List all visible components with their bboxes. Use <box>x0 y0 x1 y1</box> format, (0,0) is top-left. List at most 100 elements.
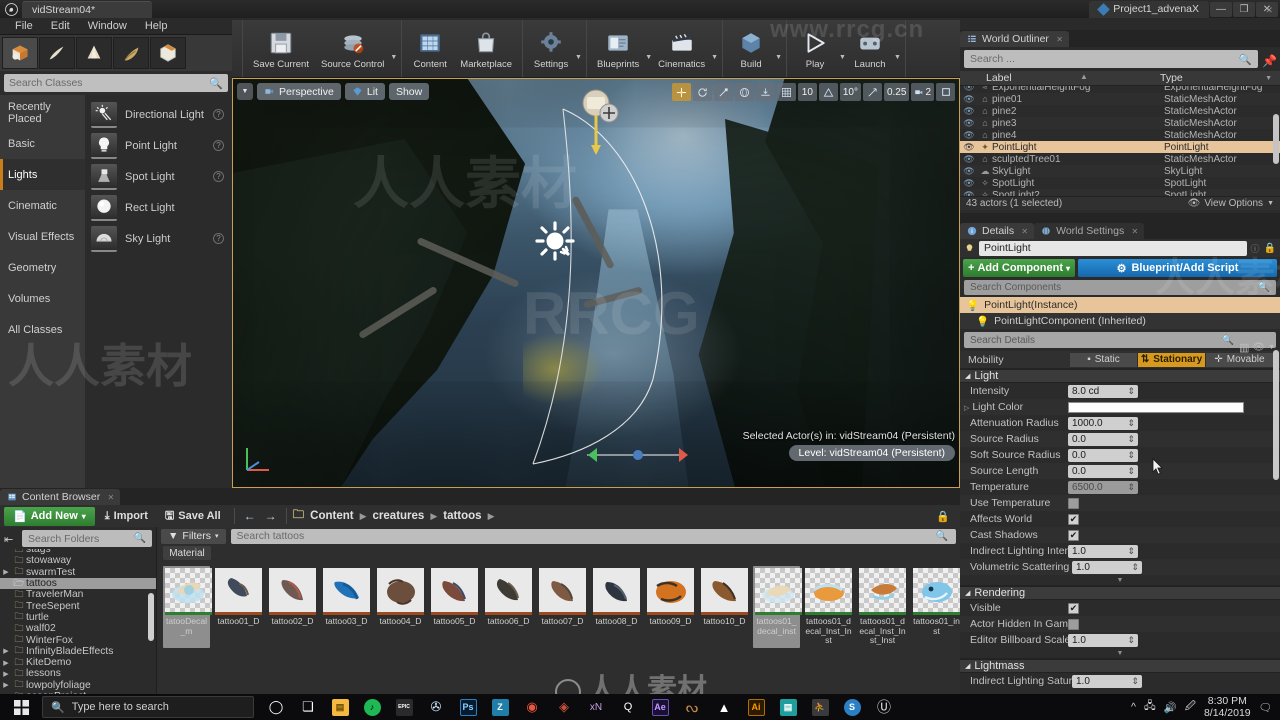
temperature-input[interactable]: 6500.0 ⇕ <box>1068 480 1138 494</box>
chevron-down-icon[interactable]: ▼ <box>645 20 652 77</box>
table-row[interactable]: 👁 ⌂ pine4 StaticMeshActor <box>960 129 1280 141</box>
breadcrumb-creatures[interactable]: creatures <box>373 510 425 522</box>
table-row[interactable]: 👁 ☁ SkyLight SkyLight <box>960 165 1280 177</box>
search-details-input[interactable]: Search Details 🔍 <box>964 332 1276 348</box>
notification-icon[interactable]: 🗨 <box>1259 701 1272 714</box>
blueprint-add-script-button[interactable]: ⚙ Blueprint/Add Script <box>1078 259 1277 277</box>
viewport-bottom-gizmo[interactable] <box>583 444 693 469</box>
asset-tile[interactable]: tattoo01_D <box>215 568 262 646</box>
table-row[interactable]: 👁 ✧ SpotLight SpotLight <box>960 177 1280 189</box>
grid-size-value[interactable]: 10 <box>797 83 817 101</box>
asset-tile[interactable]: tattoo09_D <box>647 568 694 646</box>
settings-button[interactable]: Settings <box>527 20 575 77</box>
asset-tile[interactable]: tattoo05_D <box>431 568 478 646</box>
eye-icon[interactable]: 👁 <box>960 130 978 141</box>
eye-icon[interactable]: 👁 <box>960 154 978 165</box>
minimize-button[interactable]: — <box>1210 1 1232 17</box>
column-type[interactable]: Type <box>1160 72 1183 84</box>
column-settings-icon[interactable]: ▥ <box>1239 341 1249 354</box>
menu-window[interactable]: Window <box>79 19 136 33</box>
marmoset-icon[interactable]: ▤ <box>774 694 802 720</box>
mixamo-icon[interactable]: ⛹ <box>806 694 834 720</box>
spotify-icon[interactable]: ♪ <box>358 694 386 720</box>
section-light-expand[interactable]: ▼ <box>960 575 1280 586</box>
table-row[interactable]: 👁 ⌂ sculptedTree01 StaticMeshActor <box>960 153 1280 165</box>
filters-button[interactable]: ▼ Filters ▾ <box>161 528 226 544</box>
maya-icon[interactable]: ᔓ <box>678 694 706 720</box>
asset-tile[interactable]: tattoo04_D <box>377 568 424 646</box>
editor-billboard-scale-input[interactable]: 1.0 ⇕ <box>1068 633 1138 647</box>
breadcrumb-content[interactable]: Content <box>310 510 353 522</box>
table-row-selected[interactable]: 👁 ✦ PointLight PointLight <box>960 141 1280 153</box>
category-recently-placed[interactable]: Recently Placed <box>0 97 85 128</box>
close-icon[interactable]: ✕ <box>1132 227 1139 236</box>
rotation-snap-icon[interactable] <box>818 83 838 101</box>
expand-icon[interactable]: ▶ <box>0 659 12 667</box>
outliner-view-options[interactable]: 👁 View Options ▼ <box>1188 198 1274 209</box>
expand-icon[interactable]: ▶ <box>0 681 12 689</box>
scale-snap-value[interactable]: 0.25 <box>883 83 910 101</box>
eye-icon[interactable]: 👁 <box>960 86 978 93</box>
spinner-icon[interactable]: ⇕ <box>1127 546 1135 557</box>
asset-tile[interactable]: tatooDecal_m <box>163 566 212 648</box>
level-viewport[interactable]: 人人素材 RRCG ▼ Perspective Lit Show <box>232 78 960 488</box>
import-button[interactable]: ⤓ Import <box>98 507 155 526</box>
spinner-icon[interactable]: ⇕ <box>1127 466 1135 477</box>
actor-directional-light[interactable]: Directional Light ? <box>85 99 232 130</box>
table-row[interactable]: 👁 ⌂ pine01 StaticMeshActor <box>960 93 1280 105</box>
spinner-icon[interactable]: ⇕ <box>1127 386 1135 397</box>
spinner-icon[interactable]: ⇕ <box>1127 482 1135 493</box>
close-icon[interactable]: ✕ <box>1265 5 1273 16</box>
eye-icon[interactable]: 👁 <box>960 190 978 197</box>
file-explorer-icon[interactable]: ▤ <box>326 694 354 720</box>
asset-tile[interactable]: tattoos01_decal_Inst_Inst <box>805 568 852 646</box>
use-temperature-checkbox[interactable] <box>1068 497 1079 509</box>
add-new-button[interactable]: 📄 Add New ▾ <box>4 506 95 526</box>
details-scrollbar[interactable] <box>1273 350 1279 480</box>
actor-name-input[interactable]: PointLight <box>979 240 1247 256</box>
cube-icon[interactable] <box>2 37 38 69</box>
table-row[interactable]: 👁 ⌂ pine2 StaticMeshActor <box>960 105 1280 117</box>
asset-search-input[interactable]: Search tattoos 🔍 <box>230 528 956 544</box>
xnormal-icon[interactable]: xN <box>582 694 610 720</box>
quixel-icon[interactable]: Q <box>614 694 642 720</box>
menu-help[interactable]: Help <box>136 19 177 33</box>
play-button[interactable]: Play <box>791 20 839 77</box>
actor-rect-light[interactable]: Rect Light <box>85 192 232 223</box>
component-pointlightcomponent[interactable]: 💡 PointLightComponent (Inherited) <box>960 313 1280 329</box>
save-all-button[interactable]: 🖫 Save All <box>158 507 228 526</box>
menu-edit[interactable]: Edit <box>42 19 79 33</box>
viewport-perspective-button[interactable]: Perspective <box>257 83 341 100</box>
outliner-search-input[interactable]: Search ... 🔍 <box>964 50 1258 68</box>
geometry-icon[interactable] <box>150 37 186 69</box>
chrome-icon[interactable]: ◉ <box>518 694 546 720</box>
asset-tile[interactable]: tattoo02_D <box>269 568 316 646</box>
spinner-icon[interactable]: ⇕ <box>1127 450 1135 461</box>
spinner-icon[interactable]: ⇕ <box>1131 676 1139 687</box>
table-row[interactable]: 👁 ≈ ExponentialHeightFog ExponentialHeig… <box>960 86 1280 93</box>
asset-tile[interactable]: tattoo08_D <box>593 568 640 646</box>
blueprints-button[interactable]: Blueprints <box>591 20 645 77</box>
viewport-lit-button[interactable]: Lit <box>344 83 385 100</box>
substance-icon[interactable]: ◈ <box>550 694 578 720</box>
collapse-tree-icon[interactable]: ⇤ <box>4 533 13 546</box>
camera-speed-icon[interactable]: 2 <box>911 83 934 101</box>
project-tab[interactable]: Project1_advenaX <box>1089 0 1209 18</box>
spinner-icon[interactable]: ⇕ <box>1131 562 1139 573</box>
point-light-actor-icon[interactable] <box>533 219 577 266</box>
rotate-gizmo-icon[interactable] <box>692 83 712 101</box>
category-geometry[interactable]: Geometry <box>0 252 85 283</box>
maximize-viewport-icon[interactable] <box>936 83 955 101</box>
marketplace-button[interactable]: Marketplace <box>454 20 518 77</box>
blender-icon[interactable]: ▲ <box>710 694 738 720</box>
cone-icon[interactable] <box>76 37 112 69</box>
photoshop-icon[interactable]: Ps <box>454 694 482 720</box>
viewport-options-icon[interactable]: ▼ <box>237 83 253 100</box>
forward-button[interactable]: → <box>262 507 280 526</box>
after-effects-icon[interactable]: Ae <box>646 694 674 720</box>
taskbar-search-input[interactable]: 🔍 Type here to search <box>42 696 254 718</box>
volumetric-scattering-input[interactable]: 1.0 ⇕ <box>1072 560 1142 574</box>
viewport-show-button[interactable]: Show <box>388 83 430 100</box>
lock-icon[interactable]: 🔒 <box>936 510 956 523</box>
source-control-button[interactable]: Source Control <box>315 20 390 77</box>
